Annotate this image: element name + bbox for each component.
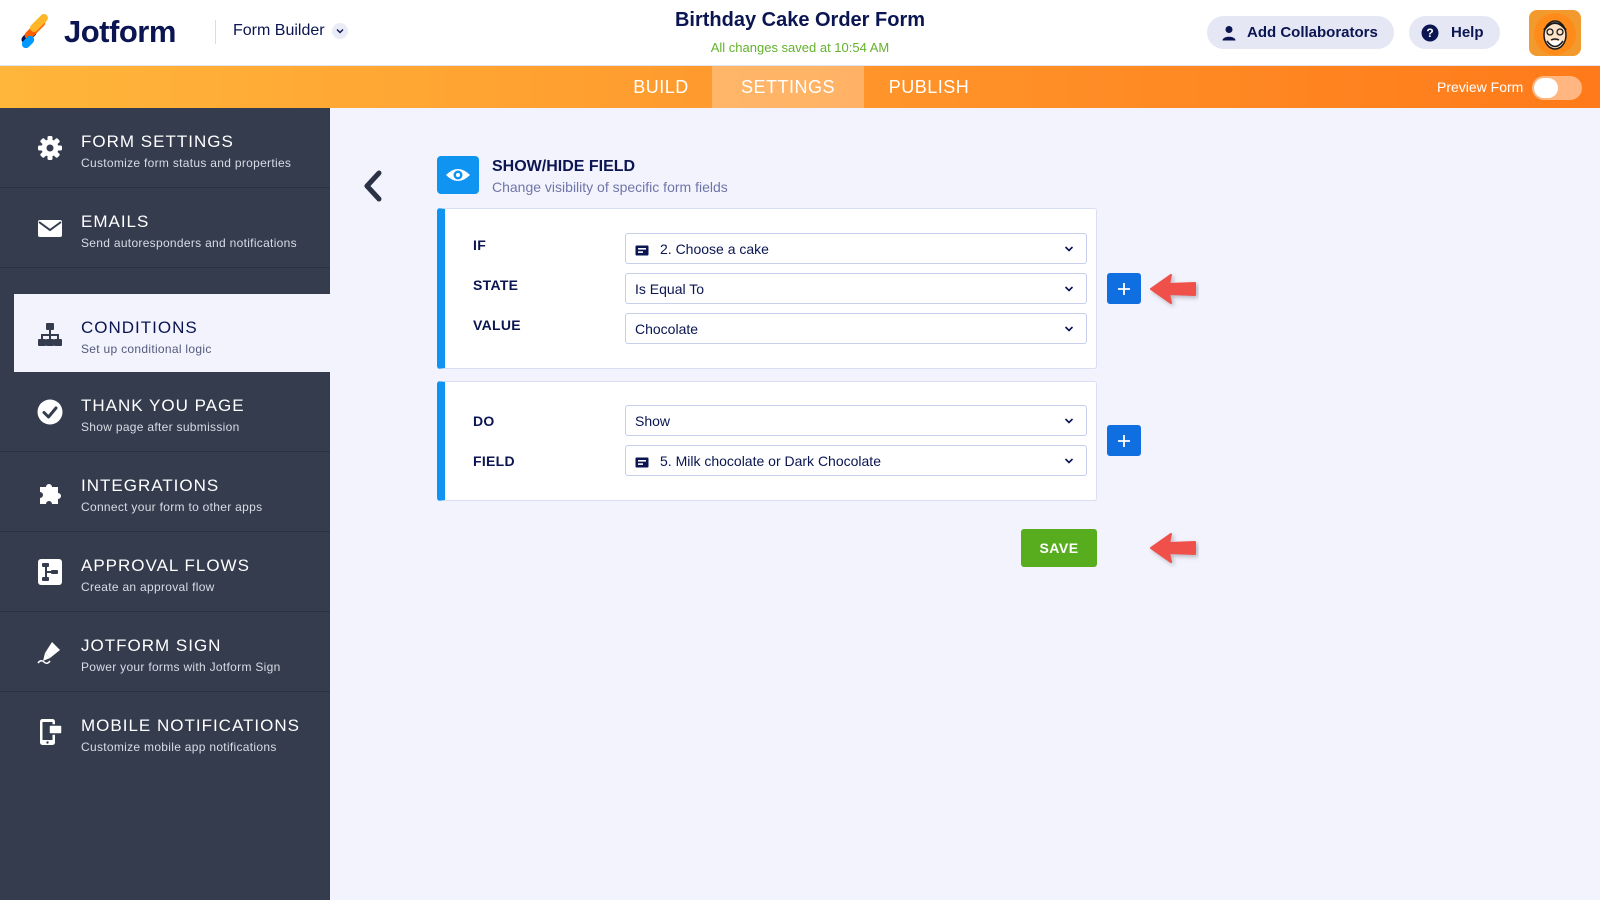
back-button[interactable] bbox=[358, 168, 388, 204]
form-builder-label: Form Builder bbox=[233, 22, 325, 39]
add-action-button[interactable] bbox=[1107, 425, 1141, 456]
do-action-select[interactable]: Show bbox=[625, 405, 1087, 436]
do-action-value: Show bbox=[635, 412, 671, 429]
condition-do-card: DO Show FIELD 5. Milk chocolate or Dark … bbox=[437, 381, 1097, 501]
chevron-down-icon bbox=[1064, 458, 1074, 464]
condition-if-card: IF 2. Choose a cake STATE Is Equal To VA… bbox=[437, 208, 1097, 369]
sidebar-item-subtitle: Customize mobile app notifications bbox=[81, 740, 277, 754]
pen-icon bbox=[37, 642, 60, 665]
save-button[interactable]: SAVE bbox=[1021, 529, 1097, 567]
field-icon bbox=[635, 455, 649, 468]
sidebar-item-subtitle: Send autoresponders and notifications bbox=[81, 236, 297, 250]
sidebar-item-mobile-notifications[interactable]: MOBILE NOTIFICATIONS Customize mobile ap… bbox=[0, 692, 330, 772]
sidebar-item-approval-flows[interactable]: APPROVAL FLOWS Create an approval flow bbox=[0, 532, 330, 612]
jotform-logo[interactable]: Jotform bbox=[18, 12, 176, 50]
sidebar-item-title: APPROVAL FLOWS bbox=[81, 556, 250, 575]
sidebar-item-form-settings[interactable]: FORM SETTINGS Customize form status and … bbox=[0, 108, 330, 188]
user-icon bbox=[1222, 25, 1236, 40]
user-avatar[interactable] bbox=[1529, 10, 1581, 56]
sidebar-item-subtitle: Show page after submission bbox=[81, 420, 240, 434]
state-label: STATE bbox=[473, 277, 519, 293]
sidebar-item-jotform-sign[interactable]: JOTFORM SIGN Power your forms with Jotfo… bbox=[0, 612, 330, 692]
plus-icon bbox=[1118, 434, 1130, 447]
sidebar-item-title: INTEGRATIONS bbox=[81, 476, 220, 495]
field-label: FIELD bbox=[473, 453, 515, 469]
chevron-down-icon bbox=[331, 23, 348, 39]
puzzle-icon bbox=[40, 484, 61, 504]
chevron-left-icon bbox=[364, 170, 382, 202]
envelope-icon bbox=[38, 220, 62, 237]
condition-subtitle: Change visibility of specific form field… bbox=[492, 179, 728, 195]
target-field-select[interactable]: 5. Milk chocolate or Dark Chocolate bbox=[625, 445, 1087, 476]
do-label: DO bbox=[473, 413, 495, 429]
tab-settings[interactable]: SETTINGS bbox=[712, 66, 864, 108]
help-button[interactable]: ? Help bbox=[1409, 16, 1500, 49]
chevron-down-icon bbox=[1064, 286, 1074, 292]
logo-text: Jotform bbox=[64, 14, 176, 49]
if-label: IF bbox=[473, 237, 487, 253]
tab-build[interactable]: BUILD bbox=[610, 66, 712, 108]
sidebar-item-subtitle: Set up conditional logic bbox=[81, 342, 212, 356]
form-title[interactable]: Birthday Cake Order Form bbox=[600, 9, 1000, 32]
sidebar-item-integrations[interactable]: INTEGRATIONS Connect your form to other … bbox=[0, 452, 330, 532]
sitemap-icon bbox=[38, 323, 62, 346]
sidebar-item-title: CONDITIONS bbox=[81, 318, 198, 337]
sidebar-item-title: THANK YOU PAGE bbox=[81, 396, 245, 415]
add-collaborators-label: Add Collaborators bbox=[1247, 24, 1378, 41]
sidebar-item-conditions[interactable]: CONDITIONS Set up conditional logic bbox=[14, 294, 330, 372]
preview-form-toggle[interactable] bbox=[1532, 76, 1582, 100]
check-circle-icon bbox=[37, 399, 63, 425]
annotation-arrow-icon bbox=[1150, 533, 1196, 563]
add-condition-button[interactable] bbox=[1107, 273, 1141, 304]
condition-title: SHOW/HIDE FIELD bbox=[492, 158, 636, 175]
target-field-value: 5. Milk chocolate or Dark Chocolate bbox=[660, 452, 881, 469]
chevron-down-icon bbox=[1064, 418, 1074, 424]
settings-sidebar: FORM SETTINGS Customize form status and … bbox=[0, 108, 330, 900]
condition-type-icon bbox=[437, 156, 479, 194]
value-select[interactable]: Chocolate bbox=[625, 313, 1087, 344]
mobile-icon bbox=[40, 719, 63, 745]
svg-text:?: ? bbox=[1426, 26, 1433, 40]
if-field-select[interactable]: 2. Choose a cake bbox=[625, 233, 1087, 264]
state-select[interactable]: Is Equal To bbox=[625, 273, 1087, 304]
plus-icon bbox=[1118, 282, 1130, 295]
settings-navbar: BUILD SETTINGS PUBLISH Preview Form bbox=[0, 66, 1600, 108]
app-header: Jotform Form Builder Birthday Cake Order… bbox=[0, 0, 1600, 66]
sidebar-item-title: EMAILS bbox=[81, 212, 150, 231]
field-icon bbox=[635, 243, 649, 256]
header-divider bbox=[215, 20, 216, 44]
sidebar-item-subtitle: Power your forms with Jotform Sign bbox=[81, 660, 281, 674]
state-value: Is Equal To bbox=[635, 280, 705, 297]
preview-form-label: Preview Form bbox=[1437, 79, 1524, 95]
tab-publish[interactable]: PUBLISH bbox=[864, 66, 994, 108]
toggle-knob bbox=[1534, 78, 1558, 98]
flow-icon bbox=[38, 559, 62, 585]
add-collaborators-button[interactable]: Add Collaborators bbox=[1207, 16, 1394, 49]
sidebar-item-title: JOTFORM SIGN bbox=[81, 636, 222, 655]
sidebar-item-subtitle: Create an approval flow bbox=[81, 580, 215, 594]
sidebar-item-emails[interactable]: EMAILS Send autoresponders and notificat… bbox=[0, 188, 330, 268]
value-label: VALUE bbox=[473, 317, 521, 333]
chevron-down-icon bbox=[1064, 246, 1074, 252]
annotation-arrow-icon bbox=[1150, 274, 1196, 304]
sidebar-item-subtitle: Connect your form to other apps bbox=[81, 500, 263, 514]
jotform-logo-icon bbox=[18, 12, 50, 50]
help-icon: ? bbox=[1421, 24, 1439, 41]
sidebar-item-title: MOBILE NOTIFICATIONS bbox=[81, 716, 300, 735]
chevron-down-icon bbox=[1064, 326, 1074, 332]
form-builder-menu[interactable]: Form Builder bbox=[233, 22, 348, 40]
help-label: Help bbox=[1451, 24, 1484, 41]
avatar-icon bbox=[1529, 10, 1581, 56]
save-status: All changes saved at 10:54 AM bbox=[710, 40, 890, 55]
sidebar-item-subtitle: Customize form status and properties bbox=[81, 156, 292, 170]
gear-icon bbox=[38, 136, 62, 160]
sidebar-item-thank-you-page[interactable]: THANK YOU PAGE Show page after submissio… bbox=[0, 372, 330, 452]
if-field-value: 2. Choose a cake bbox=[660, 240, 769, 257]
sidebar-item-title: FORM SETTINGS bbox=[81, 132, 234, 151]
eye-icon bbox=[446, 169, 470, 181]
value-value: Chocolate bbox=[635, 320, 699, 337]
